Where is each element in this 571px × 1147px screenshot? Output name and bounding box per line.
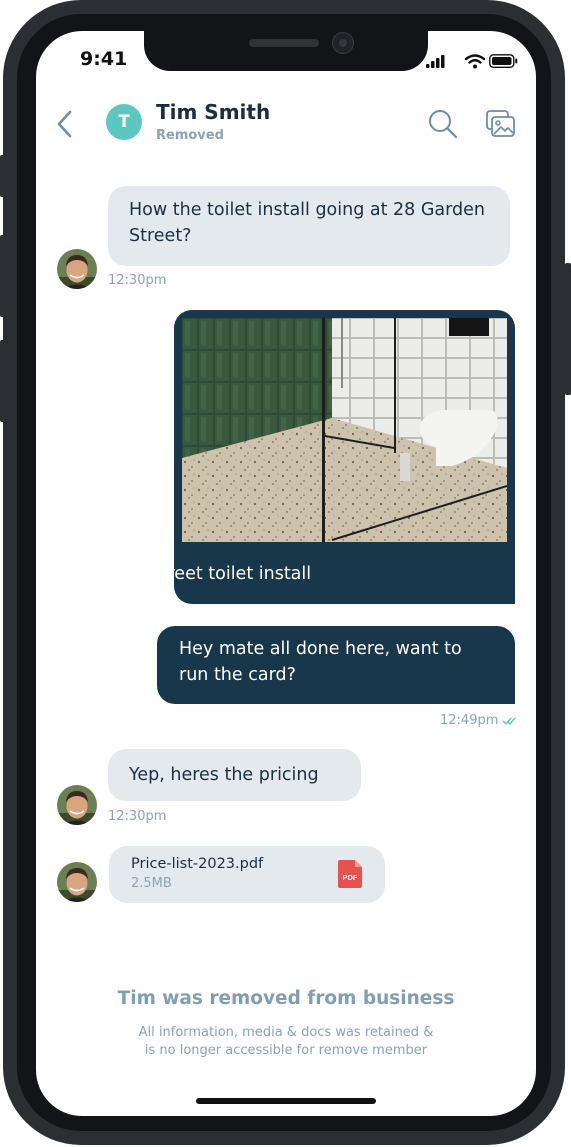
search-icon[interactable] (428, 109, 458, 139)
mute-switch (0, 155, 6, 197)
message-time: 12:30pm (108, 273, 167, 288)
message-time: 12:49pm (440, 713, 499, 728)
avatar-image (57, 249, 97, 289)
home-indicator[interactable] (196, 1098, 376, 1104)
sender-avatar[interactable] (57, 249, 97, 289)
file-name: Price-list-2023.pdf (131, 856, 264, 872)
status-time: 9:41 (80, 48, 128, 70)
media-gallery-icon[interactable] (486, 110, 516, 138)
sender-avatar[interactable] (57, 785, 97, 825)
bathroom-photo (182, 318, 507, 542)
back-icon[interactable] (54, 109, 76, 139)
pdf-badge-text: PDF (343, 873, 358, 882)
volume-down-button (0, 340, 6, 422)
cellular-signal-icon (426, 55, 445, 68)
removed-notice-title: Tim was removed from business (117, 988, 455, 1009)
removed-notice-description: All information, media & docs was retain… (36, 1024, 536, 1060)
contact-status: Removed (156, 128, 224, 143)
file-attachment[interactable]: Price-list-2023.pdf 2.5MB PDF (109, 846, 385, 903)
battery-icon (489, 54, 518, 69)
volume-up-button (0, 235, 6, 317)
wifi-icon (464, 54, 486, 69)
sender-avatar[interactable] (57, 862, 97, 902)
message-bubble[interactable]: How the toilet install going at 28 Garde… (108, 186, 510, 266)
contact-name[interactable]: Tim Smith (156, 100, 270, 124)
status-icons (426, 54, 518, 69)
image-thumbnail[interactable] (182, 318, 507, 542)
message-bubble[interactable]: Hey mate all done here, want to run the … (157, 626, 515, 704)
chat-screen: 9:41 T Tim Smith Removed How the toilet … (36, 31, 536, 1116)
message-text: Hey mate all done here, want to run the … (179, 639, 462, 685)
message-text: How the toilet install going at 28 Garde… (129, 200, 486, 246)
notch (144, 31, 428, 71)
file-size: 2.5MB (131, 876, 172, 891)
pdf-file-icon[interactable]: PDF (338, 860, 362, 888)
front-camera (332, 32, 354, 54)
message-time: 12:30pm (108, 809, 167, 824)
message-text: Yep, heres the pricing (129, 765, 319, 785)
speaker (249, 39, 319, 47)
message-bubble[interactable]: Yep, heres the pricing (108, 749, 361, 801)
image-caption: 28 Garden Street toilet install (52, 564, 312, 584)
contact-avatar[interactable]: T (106, 104, 142, 140)
image-message[interactable] (174, 310, 515, 604)
read-receipt-icon (502, 717, 516, 726)
removed-notice-line-1: All information, media & docs was retain… (138, 1025, 434, 1040)
avatar-image (57, 785, 97, 825)
avatar-image (57, 862, 97, 902)
removed-notice-line-2: is no longer accessible for remove membe… (144, 1043, 428, 1058)
power-button (565, 263, 571, 395)
